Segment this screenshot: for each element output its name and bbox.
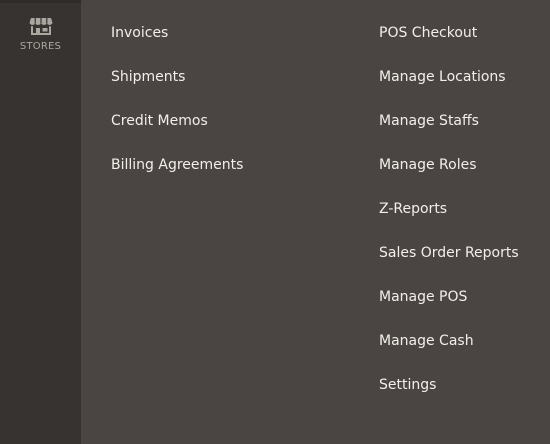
submenu-column-right: POS Checkout Manage Locations Manage Sta… xyxy=(379,22,519,418)
admin-sidebar: STORES xyxy=(0,0,81,444)
admin-stores-flyout: STORES Invoices Shipments Credit Memos B… xyxy=(0,0,550,444)
menu-item-shipments[interactable]: Shipments xyxy=(111,66,243,110)
sidebar-item-stores[interactable]: STORES xyxy=(0,3,81,69)
sidebar-item-label: STORES xyxy=(19,41,62,52)
menu-item-manage-roles[interactable]: Manage Roles xyxy=(379,154,519,198)
menu-item-manage-locations[interactable]: Manage Locations xyxy=(379,66,519,110)
menu-item-z-reports[interactable]: Z-Reports xyxy=(379,198,519,242)
menu-item-sales-order-reports[interactable]: Sales Order Reports xyxy=(379,242,519,286)
menu-item-manage-pos[interactable]: Manage POS xyxy=(379,286,519,330)
storefront-icon xyxy=(29,18,52,35)
menu-item-invoices[interactable]: Invoices xyxy=(111,22,243,66)
submenu-column-left: Invoices Shipments Credit Memos Billing … xyxy=(111,22,243,198)
menu-item-manage-staffs[interactable]: Manage Staffs xyxy=(379,110,519,154)
stores-submenu-panel: Invoices Shipments Credit Memos Billing … xyxy=(81,0,550,444)
menu-item-pos-checkout[interactable]: POS Checkout xyxy=(379,22,519,66)
menu-item-settings[interactable]: Settings xyxy=(379,374,519,418)
menu-item-manage-cash[interactable]: Manage Cash xyxy=(379,330,519,374)
menu-item-credit-memos[interactable]: Credit Memos xyxy=(111,110,243,154)
menu-item-billing-agreements[interactable]: Billing Agreements xyxy=(111,154,243,198)
